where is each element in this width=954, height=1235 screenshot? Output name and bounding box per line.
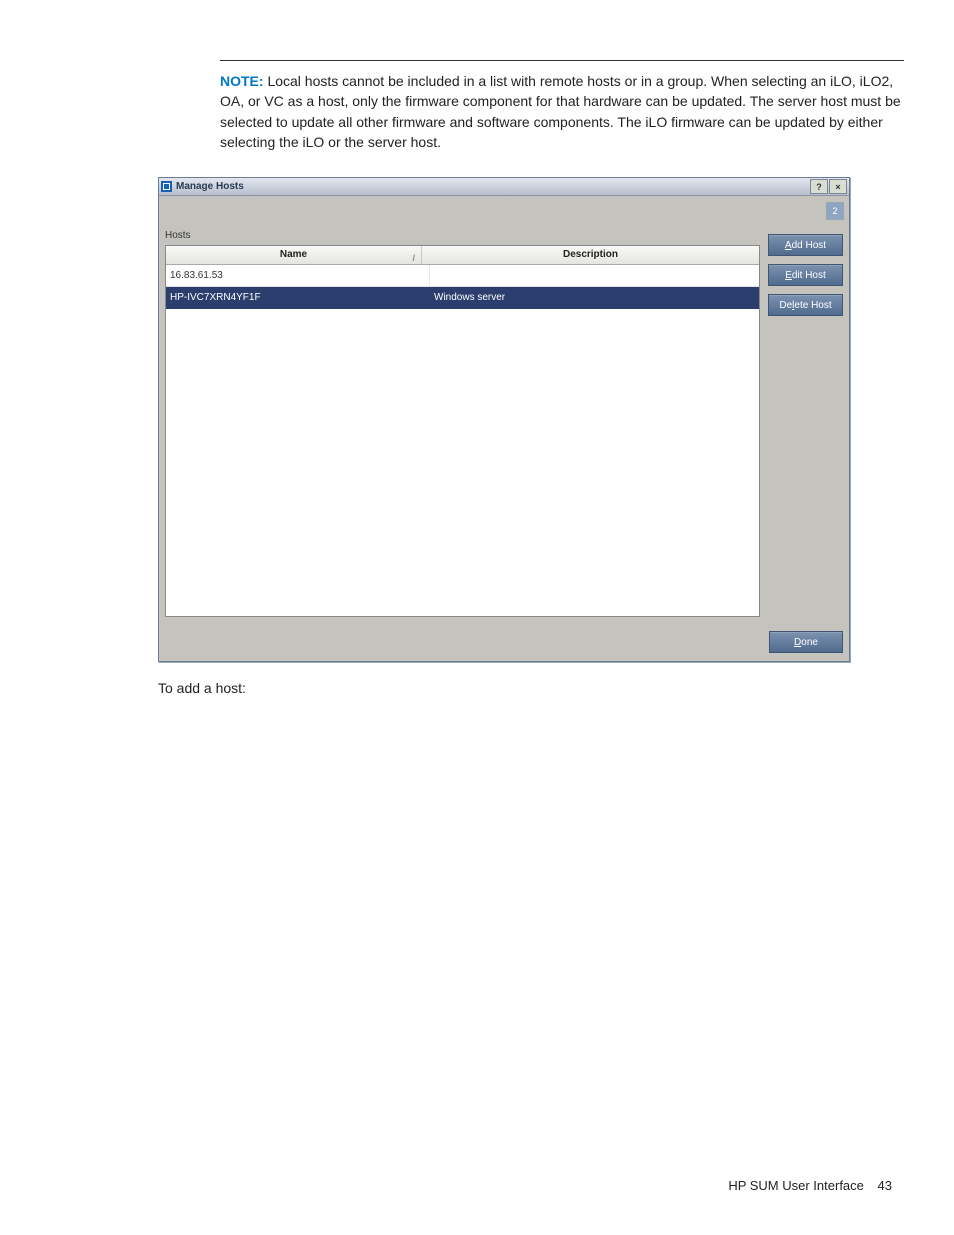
button-text: ete Host bbox=[794, 300, 831, 311]
table-body: 16.83.61.53 HP-IVC7XRN4YF1F Windows serv… bbox=[166, 265, 759, 616]
done-button[interactable]: Done bbox=[769, 631, 843, 653]
page-footer: HP SUM User Interface 43 bbox=[728, 1178, 892, 1193]
sub-band: 2 bbox=[159, 196, 849, 226]
close-button[interactable]: × bbox=[829, 179, 847, 194]
button-text: dd Host bbox=[792, 240, 826, 251]
footer-section: HP SUM User Interface bbox=[728, 1178, 864, 1193]
screenshot-container: Manage Hosts ? × 2 Hosts Name / bbox=[158, 177, 850, 662]
cell-description bbox=[430, 265, 759, 286]
table-row[interactable]: HP-IVC7XRN4YF1F Windows server bbox=[166, 287, 759, 309]
help-button[interactable]: ? bbox=[810, 179, 828, 194]
manage-hosts-window: Manage Hosts ? × 2 Hosts Name / bbox=[158, 177, 850, 662]
app-icon bbox=[161, 181, 172, 192]
column-header-description[interactable]: Description bbox=[422, 246, 759, 264]
window-title: Manage Hosts bbox=[176, 181, 244, 192]
cell-name: 16.83.61.53 bbox=[166, 265, 430, 286]
note-block: NOTE: Local hosts cannot be included in … bbox=[220, 60, 904, 157]
bottom-bar: Done bbox=[159, 621, 849, 661]
column-header-name[interactable]: Name / bbox=[166, 246, 422, 264]
column-header-name-text: Name bbox=[280, 249, 307, 260]
mnemonic: A bbox=[785, 240, 792, 251]
mnemonic: D bbox=[794, 637, 801, 648]
instruction-text: To add a host: bbox=[158, 680, 904, 696]
note-label: NOTE: bbox=[220, 73, 264, 89]
add-host-button[interactable]: Add Host bbox=[768, 234, 843, 256]
host-count-badge: 2 bbox=[826, 202, 844, 220]
cell-name: HP-IVC7XRN4YF1F bbox=[166, 287, 430, 308]
side-button-column: Add Host Edit Host Delete Host bbox=[760, 228, 845, 617]
page-number: 43 bbox=[878, 1178, 892, 1193]
table-row[interactable]: 16.83.61.53 bbox=[166, 265, 759, 287]
cell-description: Windows server bbox=[430, 287, 759, 308]
mnemonic: E bbox=[785, 270, 792, 281]
edit-host-button[interactable]: Edit Host bbox=[768, 264, 843, 286]
table-header-row: Name / Description bbox=[166, 246, 759, 265]
button-text-pre: De bbox=[779, 300, 792, 311]
sort-indicator-icon: / bbox=[412, 249, 415, 267]
note-text: Local hosts cannot be included in a list… bbox=[220, 73, 901, 150]
button-text: one bbox=[801, 637, 818, 648]
titlebar: Manage Hosts ? × bbox=[159, 178, 849, 196]
hosts-table: Name / Description 16.83.61.53 HP-I bbox=[165, 245, 760, 617]
delete-host-button[interactable]: Delete Host bbox=[768, 294, 843, 316]
hosts-label: Hosts bbox=[165, 228, 760, 245]
button-text: dit Host bbox=[792, 270, 826, 281]
